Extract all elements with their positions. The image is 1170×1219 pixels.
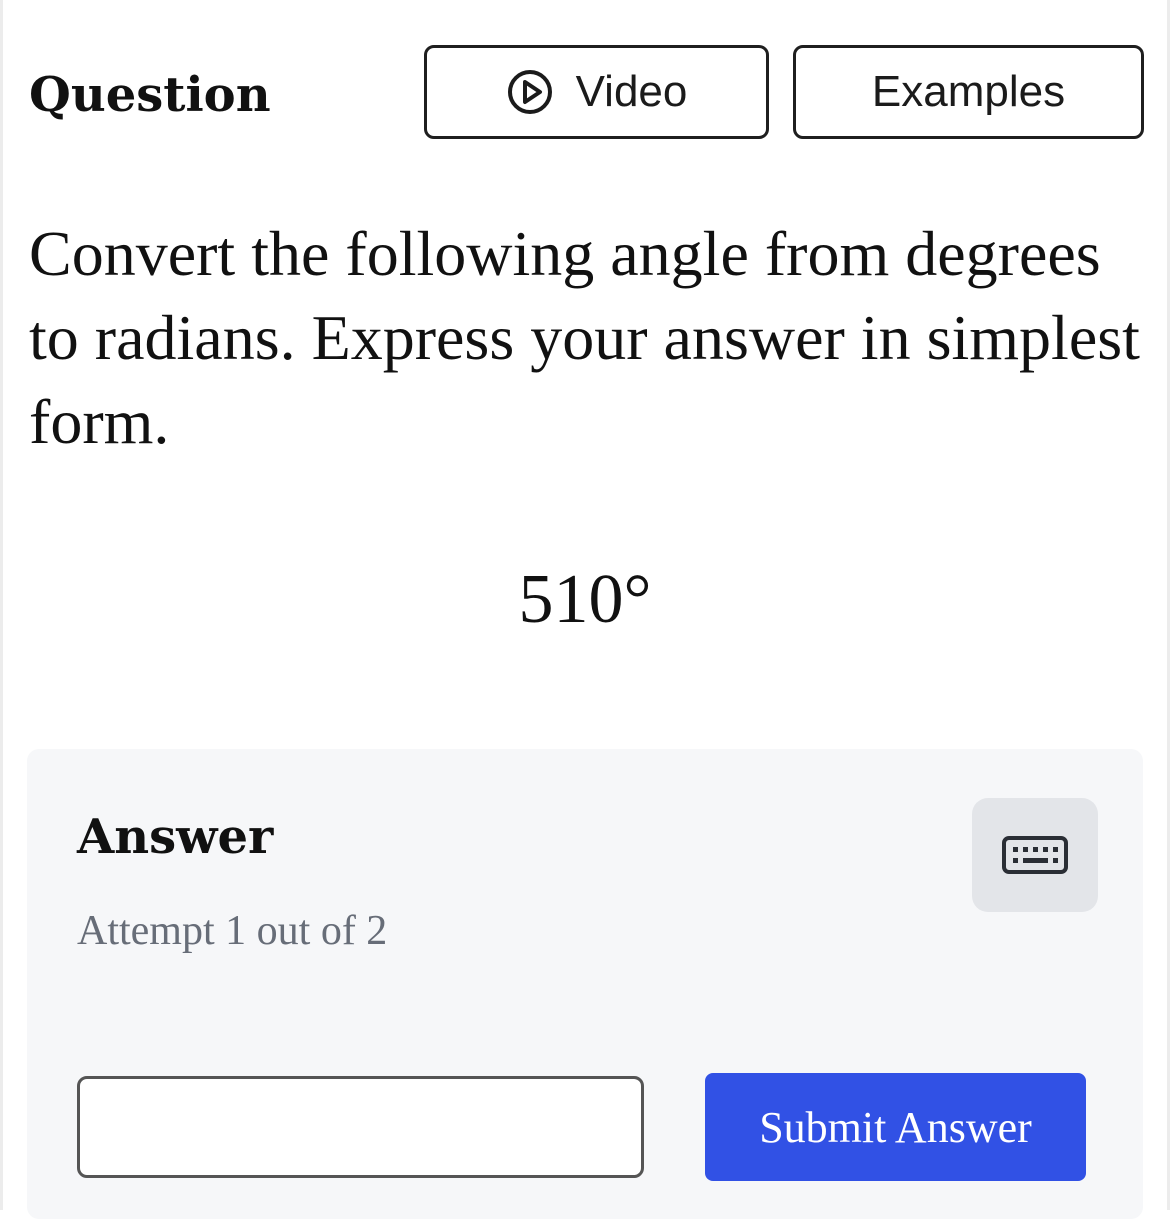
submit-answer-button[interactable]: Submit Answer [705, 1073, 1086, 1181]
question-page: Question Video Examples Convert the foll… [3, 0, 1167, 1219]
keyboard-toggle-button[interactable] [972, 798, 1098, 912]
video-button-label: Video [575, 67, 688, 116]
answer-input[interactable] [77, 1076, 644, 1178]
video-button[interactable]: Video [424, 45, 769, 139]
attempt-counter: Attempt 1 out of 2 [77, 908, 388, 954]
play-circle-icon [507, 70, 552, 114]
answer-heading: Answer [77, 809, 274, 865]
examples-button-label: Examples [871, 67, 1066, 116]
examples-button[interactable]: Examples [793, 45, 1144, 139]
keyboard-icon [1002, 836, 1068, 874]
angle-expression: 510° [518, 561, 652, 638]
question-prompt: Convert the following angle from degrees… [29, 218, 1140, 457]
question-heading: Question [29, 67, 271, 123]
answer-panel: Answer Attempt 1 out of 2 Submit Answer [27, 749, 1143, 1219]
